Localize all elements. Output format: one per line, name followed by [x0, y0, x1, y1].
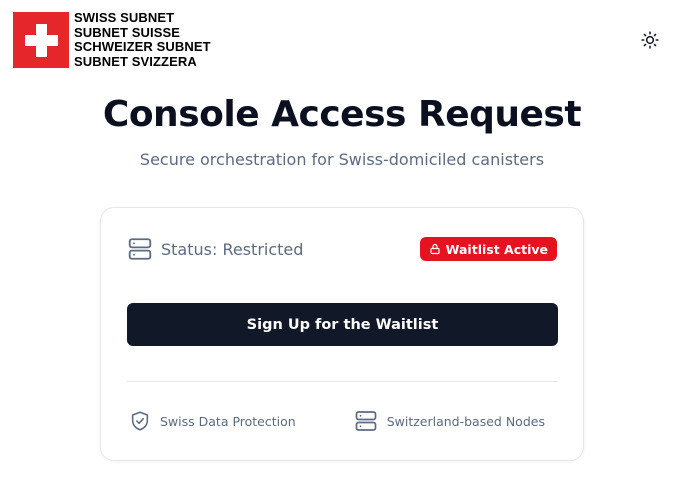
brand-line: SUBNET SVIZZERA	[74, 53, 197, 69]
shield-check-icon	[131, 411, 149, 431]
status-indicator: Status: Restricted	[127, 236, 303, 262]
server-icon	[355, 411, 377, 431]
feature-label: Swiss Data Protection	[160, 413, 296, 429]
waitlist-signup-button[interactable]: Sign Up for the Waitlist	[127, 303, 558, 346]
waitlist-status-badge: Waitlist Active	[419, 237, 557, 261]
sun-icon	[641, 31, 659, 49]
lock-icon	[430, 243, 440, 255]
status-label: Status: Restricted	[161, 239, 304, 259]
feature-label: Switzerland-based Nodes	[386, 413, 545, 429]
feature-item: Switzerland-based Nodes	[354, 409, 545, 433]
theme-toggle-button[interactable]	[640, 30, 660, 50]
server-icon	[128, 238, 152, 260]
brand-line: SWISS SUBNET	[74, 10, 175, 25]
access-request-card: Status: Restricted Waitlist Active Sign …	[100, 207, 584, 461]
page-subtitle: Secure orchestration for Swiss-domiciled…	[139, 150, 545, 169]
brand-wordmark: SWISS SUBNET SUBNET SUISSE SCHWEIZER SUB…	[74, 10, 211, 69]
status-row: Status: Restricted Waitlist Active	[127, 234, 557, 264]
badge-label: Waitlist Active	[445, 241, 548, 257]
feature-list: Swiss Data Protection Switzerland-based …	[129, 408, 557, 434]
page-title: Console Access Request	[102, 94, 582, 135]
feature-item: Swiss Data Protection	[129, 410, 296, 432]
brand-line: SCHWEIZER SUBNET	[74, 39, 211, 55]
brand-logo: SWISS SUBNET SUBNET SUISSE SCHWEIZER SUB…	[13, 10, 211, 69]
brand-line: SUBNET SUISSE	[74, 24, 181, 40]
swiss-flag-icon	[13, 12, 69, 68]
divider	[127, 381, 558, 382]
